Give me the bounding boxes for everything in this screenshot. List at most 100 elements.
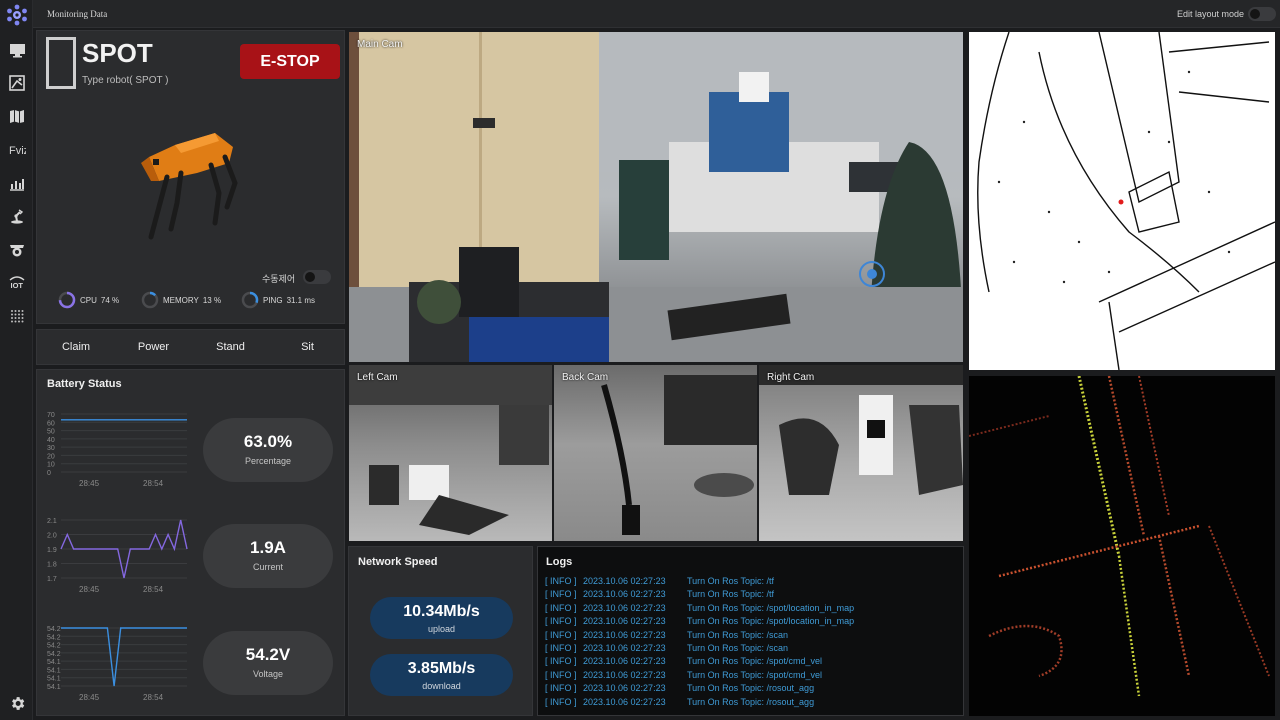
left-cam-label: Left Cam [357, 372, 398, 383]
svg-text:Fviz: Fviz [9, 145, 26, 157]
log-list[interactable]: [ INFO ] 2023.10.06 02:27:23 Turn On Ros T… [545, 575, 854, 709]
logs-panel: Logs [ INFO ] 2023.10.06 02:27:23 Turn On … [537, 546, 964, 716]
log-entry: [ INFO ] 2023.10.06 02:27:23 Turn On Ros T… [545, 642, 854, 655]
robot-thumbnail-frame [46, 37, 76, 89]
log-level: [ INFO ] [545, 683, 577, 694]
log-time: 2023.10.06 02:27:23 [583, 629, 666, 640]
manual-control-label: 수동제어 [262, 274, 296, 284]
command-bar: Claim Power Stand Sit [36, 329, 345, 365]
log-time: 2023.10.06 02:27:23 [583, 589, 666, 600]
log-message: Turn On Ros Topic: /scan [687, 629, 789, 640]
app-logo-icon[interactable] [6, 4, 28, 26]
nav-cctv[interactable] [7, 241, 27, 259]
y-tick-label: 2.0 [47, 533, 57, 540]
y-tick-label: 54.1 [47, 684, 61, 691]
log-message: Turn On Ros Topic: /rosout_agg [687, 696, 815, 707]
log-time: 2023.10.06 02:27:23 [583, 683, 666, 694]
svg-text:IOT: IOT [11, 281, 24, 290]
x-tick-label: 28:45 [79, 585, 100, 594]
log-time: 2023.10.06 02:27:23 [583, 669, 666, 680]
settings-button[interactable] [7, 694, 27, 712]
nav-chart[interactable] [7, 174, 27, 192]
log-level: [ INFO ] [545, 576, 577, 586]
log-level: [ INFO ] [545, 616, 577, 627]
monitor-icon [9, 43, 25, 57]
right-camera-image [759, 365, 963, 495]
sit-button[interactable]: Sit [269, 330, 346, 364]
power-button[interactable]: Power [115, 330, 192, 364]
memory-gauge [141, 291, 159, 309]
download-value: 3.85Mb/s [407, 660, 476, 677]
pointcloud-map[interactable] [969, 376, 1275, 716]
pointcloud-map-image [969, 376, 1270, 697]
cpu-gauge [58, 291, 76, 309]
gear-icon [11, 696, 24, 710]
battery-title: Battery Status [47, 378, 122, 390]
occupancy-map-image [977, 32, 1275, 370]
nav-fviz[interactable]: Fviz [7, 141, 27, 159]
nav-iot[interactable]: IOT [7, 274, 27, 292]
nav-map-edit[interactable] [7, 74, 27, 92]
log-level: [ INFO ] [545, 656, 577, 667]
log-message: Turn On Ros Topic: /tf [687, 576, 775, 586]
fviz-icon: Fviz [9, 145, 26, 157]
y-tick-label: 10 [47, 462, 55, 469]
log-level: [ INFO ] [545, 589, 577, 600]
log-message: Turn On Ros Topic: /spot/location_in_map [687, 616, 855, 627]
log-message: Turn On Ros Topic: /spot/location_in_map [687, 602, 855, 613]
nav-monitor[interactable] [7, 41, 27, 59]
back-camera-feed[interactable]: Back Cam [554, 365, 757, 541]
x-tick-label: 28:54 [143, 693, 164, 702]
grid-icon [10, 309, 23, 322]
robot-panel: SPOT Type robot( SPOT ) E-STOP 수동제어 CPU … [36, 30, 345, 324]
toggle-knob [305, 272, 315, 282]
right-camera-feed[interactable]: Right Cam [759, 365, 963, 541]
log-level: [ INFO ] [545, 629, 577, 640]
nav-robot-arm[interactable] [7, 207, 27, 225]
stand-button[interactable]: Stand [192, 330, 269, 364]
edit-layout-toggle[interactable] [1248, 7, 1276, 21]
ping-label: PING [263, 295, 283, 305]
y-tick-label: 54.2 [47, 643, 61, 650]
upload-value: 10.34Mb/s [403, 603, 480, 620]
memory-metric: MEMORY 13 % [141, 291, 221, 309]
log-time: 2023.10.06 02:27:23 [583, 602, 666, 613]
log-entry: [ INFO ] 2023.10.06 02:27:23 Turn On Ros T… [545, 615, 854, 628]
memory-label: MEMORY [163, 295, 199, 305]
left-camera-feed[interactable]: Left Cam [349, 365, 552, 541]
memory-value: 13 % [202, 295, 222, 305]
x-tick-label: 28:54 [143, 585, 164, 594]
occupancy-map[interactable] [969, 32, 1275, 370]
y-tick-label: 54.2 [47, 651, 61, 658]
right-cam-label: Right Cam [767, 372, 815, 383]
ping-value: 31.1 ms [286, 295, 316, 305]
main-camera-image [349, 32, 963, 362]
log-time: 2023.10.06 02:27:23 [583, 656, 666, 667]
y-tick-label: 54.2 [47, 634, 61, 641]
nav-grid[interactable] [7, 307, 27, 325]
y-tick-label: 0 [47, 470, 51, 477]
claim-button[interactable]: Claim [37, 330, 115, 364]
cpu-label: CPU [80, 295, 97, 305]
robot-arm-icon [11, 209, 24, 224]
log-entry: [ INFO ] 2023.10.06 02:27:23 Turn On Ros T… [545, 696, 854, 709]
y-tick-label: 70 [47, 412, 55, 419]
percentage-stat: 63.0% Percentage [203, 418, 333, 482]
current-chart: 2.1 2.0 1.9 1.8 1.7 28:45 28:54 [47, 518, 188, 594]
estop-button[interactable]: E-STOP [240, 44, 340, 79]
app-title: Monitoring Data [47, 9, 108, 19]
voltage-label: Voltage [252, 669, 284, 679]
y-tick-label: 54.1 [47, 676, 61, 683]
main-camera-feed[interactable]: Main Cam [349, 32, 963, 362]
map-icon [10, 109, 24, 123]
nav-map[interactable] [7, 107, 27, 125]
manual-control-toggle[interactable] [303, 270, 331, 284]
sidebar: Fviz IOT [0, 0, 33, 720]
voltage-chart: 54.254.254.254.254.154.154.154.128:45 28:… [47, 626, 187, 702]
iot-icon: IOT [9, 276, 25, 290]
percentage-chart: 7060 50403020 100 28:45 28:54 [47, 412, 187, 488]
current-value: 1.9A [250, 538, 286, 557]
y-tick-label: 54.1 [47, 659, 61, 666]
top-bar: Monitoring Data Edit layout mode [33, 0, 1280, 28]
network-title: Network Speed [358, 556, 438, 568]
